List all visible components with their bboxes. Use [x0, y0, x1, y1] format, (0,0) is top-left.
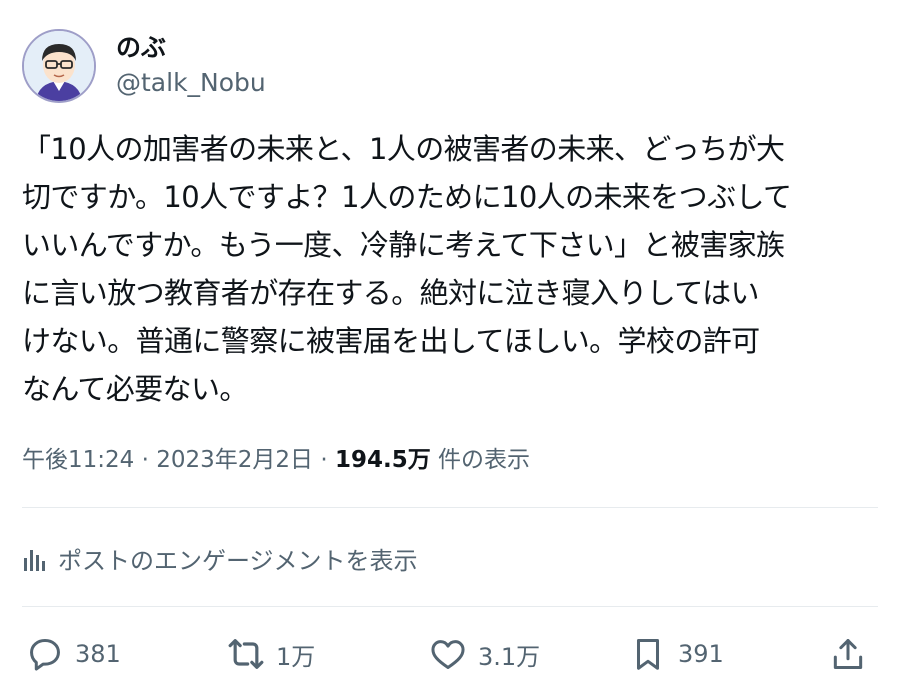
- bookmark-icon: [628, 634, 668, 674]
- tweet-text-line: 切ですか。10人ですよ？1人のために10人の未来をつぶして: [22, 180, 792, 214]
- repost-icon: [226, 634, 266, 674]
- bookmark-count: 391: [678, 640, 724, 668]
- display-name[interactable]: のぶ: [116, 31, 266, 65]
- repost-button[interactable]: 1万: [226, 630, 315, 678]
- reply-icon: [25, 634, 65, 674]
- tweet-header: のぶ @talk_Nobu: [22, 26, 266, 106]
- view-count-label: 件の表示: [430, 447, 531, 473]
- tweet-text-line: いいんですか。もう一度、冷静に考えて下さい」と被害家族: [22, 228, 785, 262]
- avatar[interactable]: [22, 29, 96, 103]
- tweet-text-line: けない。普通に警察に被害届を出してほしい。学校の許可: [22, 324, 760, 358]
- like-count: 3.1万: [478, 642, 541, 671]
- view-engagement-link[interactable]: ポストのエンゲージメントを表示: [22, 541, 418, 576]
- tweet-text: 「10人の加害者の未来と、1人の被害者の未来、どっちが大 切ですか。10人ですよ…: [22, 125, 882, 413]
- meta-separator: ·: [134, 447, 157, 473]
- action-bar: 381 1万 3.1万 391: [0, 630, 900, 678]
- post-time[interactable]: 午後11:24: [22, 447, 134, 473]
- tweet-meta: 午後11:24 · 2023年2月2日 · 194.5万 件の表示: [22, 440, 530, 474]
- bookmark-button[interactable]: 391: [628, 630, 724, 678]
- repost-count: 1万: [276, 642, 316, 671]
- post-date[interactable]: 2023年2月2日: [156, 447, 313, 473]
- view-count: 194.5万: [334, 447, 431, 473]
- divider: [22, 606, 878, 607]
- share-icon: [828, 634, 868, 674]
- analytics-icon: [24, 549, 45, 571]
- user-handle[interactable]: @talk_Nobu: [116, 65, 266, 101]
- tweet-text-line: 「10人の加害者の未来と、1人の被害者の未来、どっちが大: [22, 132, 785, 166]
- reply-button[interactable]: 381: [25, 630, 121, 678]
- reply-count: 381: [75, 640, 121, 668]
- avatar-illustration-icon: [24, 31, 94, 101]
- share-button[interactable]: [828, 630, 868, 678]
- engagement-label: ポストのエンゲージメントを表示: [58, 547, 418, 575]
- tweet-text-line: に言い放つ教育者が存在する。絶対に泣き寝入りしてはい: [22, 276, 760, 310]
- tweet-text-line: なんて必要ない。: [22, 372, 248, 406]
- like-button[interactable]: 3.1万: [428, 630, 540, 678]
- meta-separator: ·: [313, 447, 335, 473]
- heart-icon: [428, 634, 468, 674]
- divider: [22, 507, 878, 508]
